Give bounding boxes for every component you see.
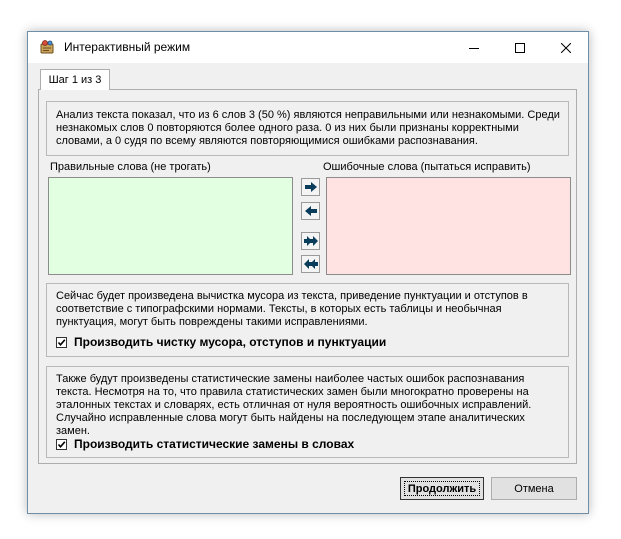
- close-icon: [561, 42, 571, 53]
- maximize-icon: [515, 42, 525, 53]
- continue-button[interactable]: Продолжить: [400, 477, 484, 500]
- stats-group: Также будут произведены статистические з…: [46, 366, 569, 458]
- minimize-icon: [469, 47, 479, 49]
- correct-words-label: Правильные слова (не трогать): [50, 161, 211, 173]
- cleanup-group: Сейчас будет произведена вычистка мусора…: [46, 283, 569, 357]
- window-title: Интерактивный режим: [64, 40, 191, 54]
- wrong-words-list[interactable]: [326, 177, 571, 275]
- analysis-text: Анализ текста показал, что из 6 слов 3 (…: [56, 109, 560, 147]
- focus-rect: [404, 481, 480, 496]
- cleanup-checkbox-label: Производить чистку мусора, отступов и пу…: [74, 335, 387, 349]
- app-icon: [39, 39, 55, 55]
- tab-panel: Анализ текста показал, что из 6 слов 3 (…: [38, 89, 577, 464]
- stats-checkbox-label: Производить статистические замены в слов…: [74, 437, 355, 451]
- correct-words-list[interactable]: [48, 177, 293, 275]
- double-arrow-left-icon: [303, 259, 318, 269]
- stats-checkbox[interactable]: [56, 438, 67, 450]
- wrong-words-label: Ошибочные слова (пытаться исправить): [323, 161, 531, 173]
- checkmark-icon: [57, 338, 66, 346]
- interactive-mode-window: Интерактивный режим Шаг 1 из 3 Анализ те…: [27, 31, 589, 514]
- tab-step-1[interactable]: Шаг 1 из 3: [40, 69, 110, 90]
- cancel-button-label: Отмена: [514, 482, 554, 495]
- cleanup-checkbox-row[interactable]: Производить чистку мусора, отступов и пу…: [56, 335, 386, 349]
- arrow-left-icon: [304, 206, 317, 216]
- maximize-button[interactable]: [497, 32, 543, 63]
- close-button[interactable]: [543, 32, 589, 63]
- cleanup-checkbox[interactable]: [56, 336, 67, 348]
- move-all-left-button[interactable]: [301, 255, 320, 273]
- move-right-button[interactable]: [301, 178, 320, 196]
- move-all-right-button[interactable]: [301, 232, 320, 250]
- cancel-button[interactable]: Отмена: [491, 477, 577, 500]
- title-bar[interactable]: Интерактивный режим: [28, 32, 588, 63]
- minimize-button[interactable]: [451, 32, 497, 63]
- stats-checkbox-row[interactable]: Производить статистические замены в слов…: [56, 437, 354, 451]
- checkmark-icon: [57, 440, 66, 448]
- cleanup-text: Сейчас будет произведена вычистка мусора…: [56, 290, 528, 328]
- tab-label: Шаг 1 из 3: [48, 74, 102, 86]
- stats-text: Также будут произведены статистические з…: [56, 373, 532, 437]
- move-left-button[interactable]: [301, 202, 320, 220]
- arrow-right-icon: [304, 182, 317, 192]
- analysis-group: Анализ текста показал, что из 6 слов 3 (…: [46, 101, 569, 156]
- double-arrow-right-icon: [303, 236, 318, 246]
